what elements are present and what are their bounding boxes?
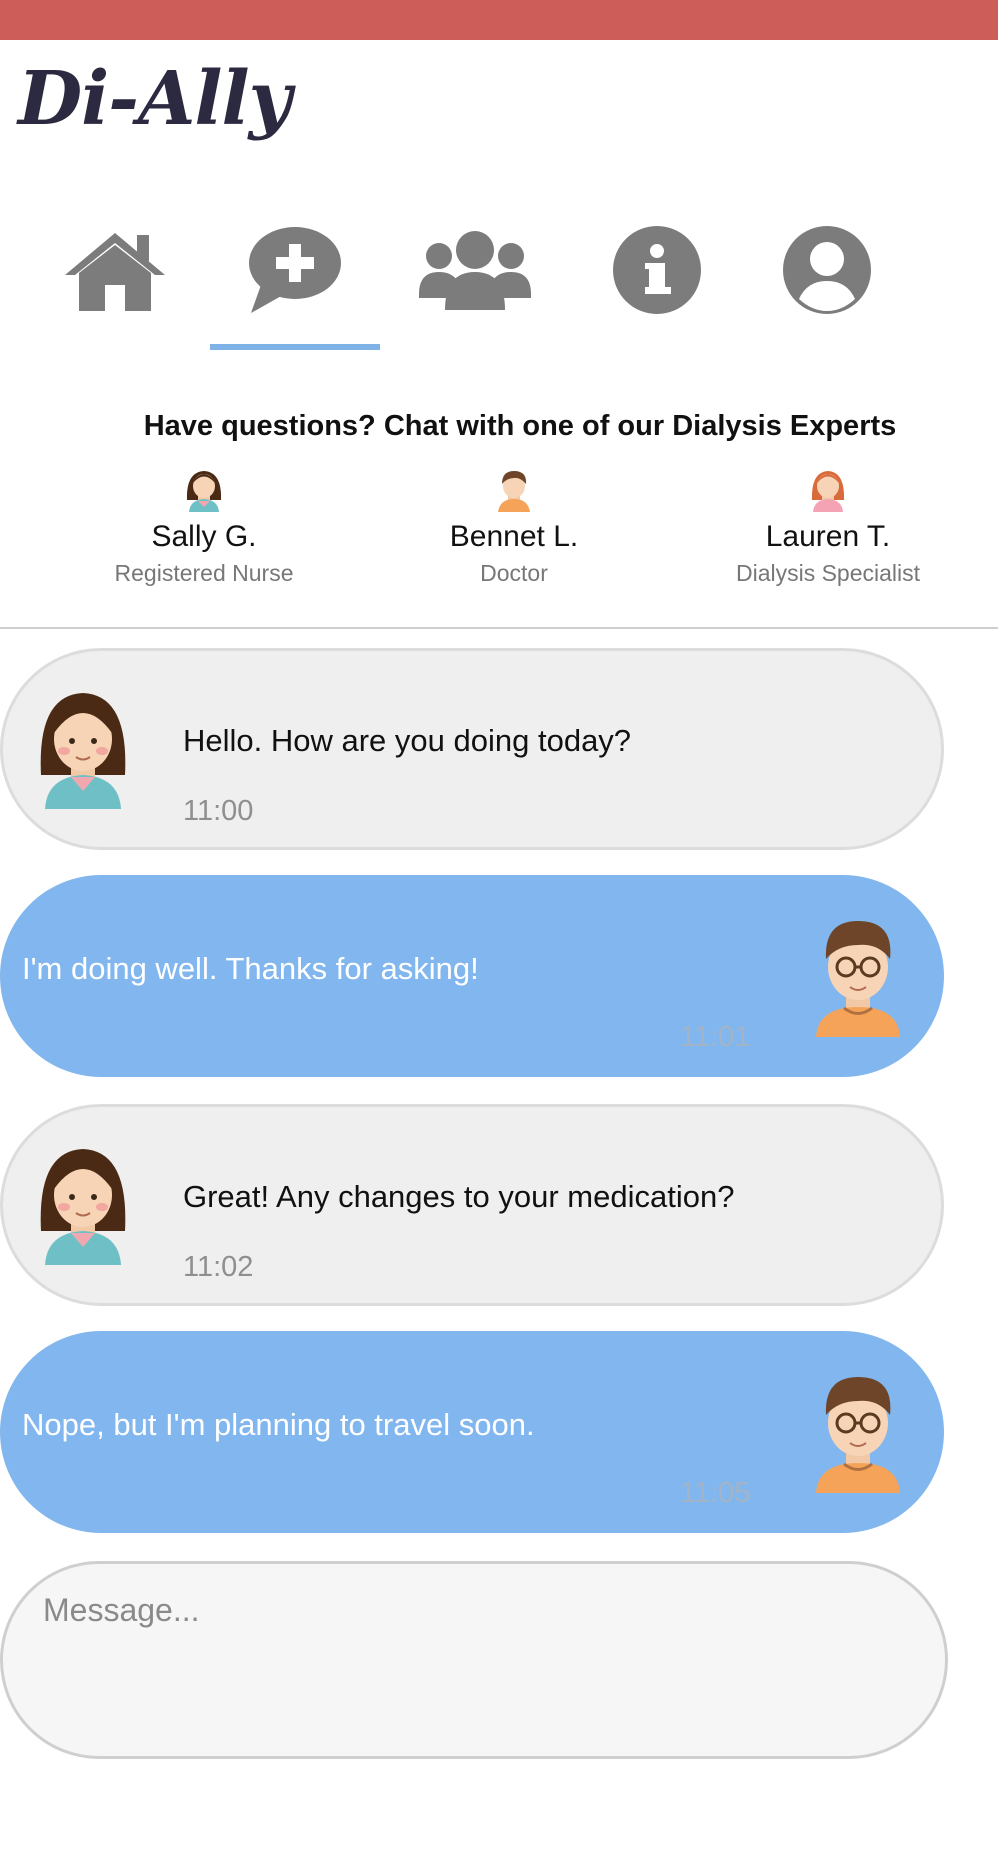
nav-chat[interactable] [230,215,360,325]
nav-info[interactable] [592,215,722,325]
message-time: 11:00 [183,795,254,827]
info-icon [613,226,701,314]
expert-name: Bennet L. [449,520,579,553]
message-input[interactable] [41,1590,905,1734]
app-logo[interactable]: Di-Ally [18,62,292,136]
home-icon [65,233,165,311]
experts-headline: Have questions? Chat with one of our Dia… [143,410,897,442]
chat-plus-icon [249,227,341,313]
expert-card-lauren[interactable]: Lauren T. Dialysis Specialist [678,468,978,587]
expert-card-sally[interactable]: Sally G. Registered Nurse [54,468,354,587]
message-outgoing: Nope, but I'm planning to travel soon. 1… [0,1331,944,1533]
nav-home[interactable] [50,215,180,325]
nav-profile[interactable] [762,215,892,325]
message-time: 11:05 [680,1477,751,1509]
user-circle-icon [783,226,871,314]
specialist-avatar-icon [811,471,845,512]
nurse-avatar-icon [40,693,126,809]
message-composer [0,1561,948,1759]
doctor-avatar-icon [498,471,530,512]
expert-role: Doctor [480,560,548,586]
message-time: 11:02 [183,1251,254,1283]
nurse-avatar-icon [40,1149,126,1265]
users-icon [419,231,531,310]
nav-community[interactable] [410,215,540,325]
section-divider [0,627,998,629]
expert-name: Sally G. [151,520,257,553]
message-text: Nope, but I'm planning to travel soon. [22,1407,535,1442]
message-text: Great! Any changes to your medication? [183,1179,735,1214]
nurse-avatar-icon [186,471,222,512]
active-tab-indicator [210,344,380,350]
message-incoming: Great! Any changes to your medication? 1… [0,1104,944,1306]
expert-role: Registered Nurse [114,560,294,586]
top-color-bar [0,0,998,40]
expert-card-bennet[interactable]: Bennet L. Doctor [364,468,664,587]
message-text: I'm doing well. Thanks for asking! [22,951,479,986]
expert-role: Dialysis Specialist [735,560,921,586]
user-avatar-icon [816,1377,900,1493]
message-incoming: Hello. How are you doing today? 11:00 [0,648,944,850]
expert-name: Lauren T. [765,520,891,553]
message-time: 11:01 [680,1021,751,1053]
user-avatar-icon [816,921,900,1037]
main-nav [0,215,998,355]
message-text: Hello. How are you doing today? [183,723,632,758]
message-outgoing: I'm doing well. Thanks for asking! 11:01 [0,875,944,1077]
